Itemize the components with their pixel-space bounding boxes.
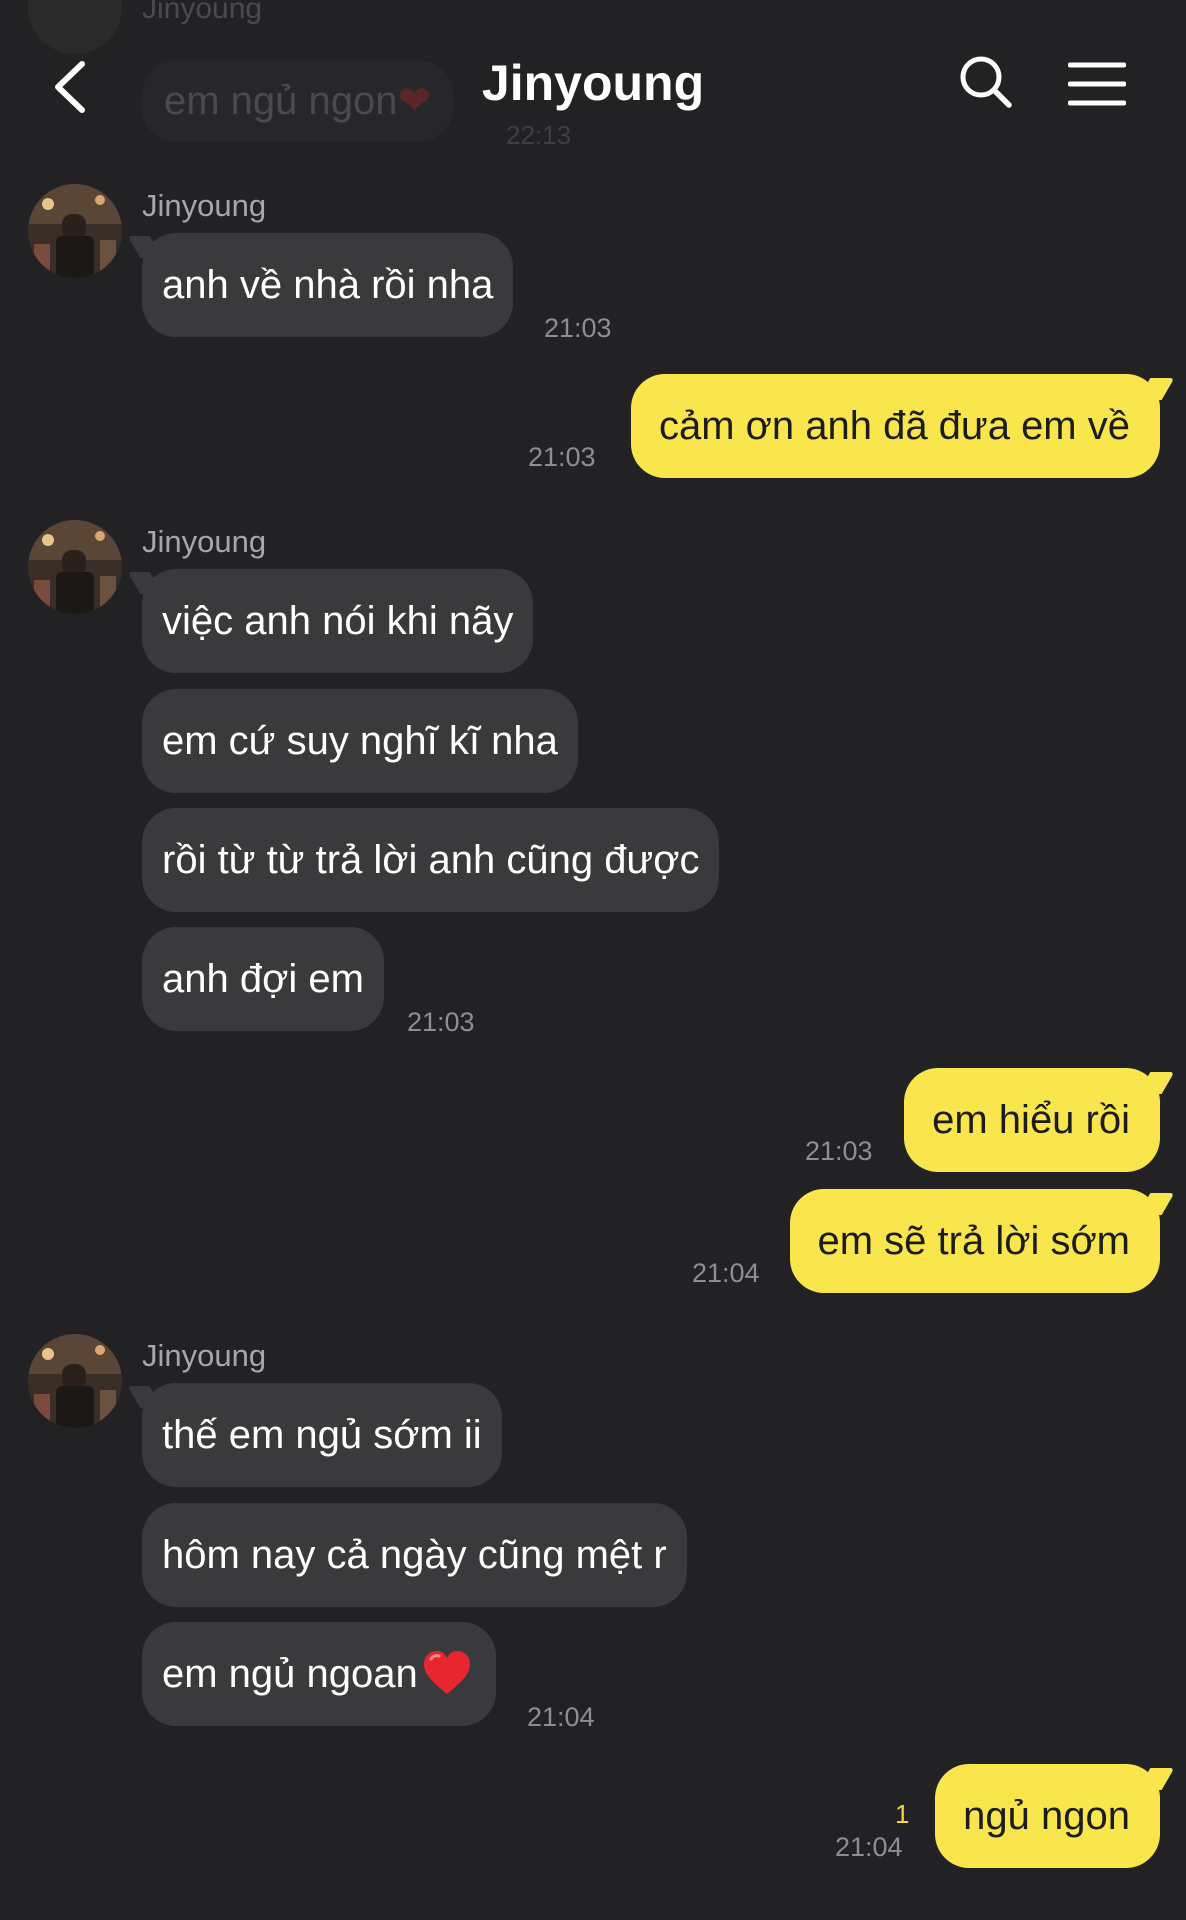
search-button[interactable]	[958, 54, 1014, 110]
message-bubble-incoming[interactable]: hôm nay cả ngày cũng mệt r	[142, 1503, 687, 1607]
message-text: cảm ơn anh đã đưa em về	[658, 404, 1130, 448]
profile-photo-icon	[28, 184, 122, 278]
message-bubble-incoming[interactable]: thế em ngủ sớm ii	[142, 1383, 502, 1487]
message-time: 21:03	[407, 1007, 475, 1037]
message-bubble-incoming[interactable]: anh đợi em	[142, 927, 384, 1031]
message-time: 21:04	[527, 1702, 595, 1732]
scrolled-message-time: 22:13	[506, 120, 572, 150]
search-icon	[960, 56, 1012, 108]
message-text: em hiểu rồi	[932, 1098, 1130, 1142]
message-text: thế em ngủ sớm ii	[162, 1413, 482, 1457]
message-bubble-incoming[interactable]: em ngủ ngoan	[142, 1622, 496, 1726]
red-heart-icon	[423, 1651, 470, 1695]
sender-name: Jinyoung	[142, 1338, 267, 1373]
message-time: 21:03	[805, 1136, 873, 1166]
message-time: 21:03	[544, 313, 612, 343]
message-text: em cứ suy nghĩ kĩ nha	[162, 719, 558, 763]
message-text: em sẽ trả lời sớm	[817, 1219, 1131, 1263]
message-text: rồi từ từ trả lời anh cũng được	[162, 838, 700, 882]
menu-button[interactable]	[1067, 60, 1127, 108]
message-time: 21:04	[835, 1832, 903, 1862]
avatar[interactable]	[28, 184, 122, 278]
message-time: 21:04	[692, 1258, 760, 1288]
sender-name: Jinyoung	[142, 188, 267, 223]
message-text: ngủ ngon	[963, 1794, 1130, 1838]
unread-count: 1	[895, 1799, 910, 1829]
message-text: việc anh nói khi nãy	[162, 599, 514, 643]
message-bubble-incoming[interactable]: rồi từ từ trả lời anh cũng được	[142, 808, 720, 912]
scrolled-sender-name: Jinyoung	[142, 0, 263, 25]
message-bubble-outgoing[interactable]: em sẽ trả lời sớm	[789, 1189, 1160, 1293]
hamburger-menu-icon	[1067, 62, 1127, 106]
profile-photo-icon	[28, 1334, 122, 1428]
message-bubble-incoming[interactable]: anh về nhà rồi nha	[142, 233, 514, 337]
message-bubble-outgoing[interactable]: ngủ ngon	[935, 1764, 1160, 1868]
message-text: em ngủ ngoan	[162, 1652, 418, 1696]
message-text: anh đợi em	[162, 957, 364, 1001]
sender-name: Jinyoung	[142, 524, 267, 559]
chat-screen: Jinyoung em ngủ ngon❤ 22:13 Jinyoung Jin…	[0, 0, 1186, 1920]
message-text: hôm nay cả ngày cũng mệt r	[162, 1533, 667, 1577]
avatar[interactable]	[28, 1334, 122, 1428]
chat-header: Jinyoung em ngủ ngon❤ 22:13 Jinyoung	[0, 0, 1186, 165]
message-bubble-incoming[interactable]: việc anh nói khi nãy	[142, 569, 534, 673]
avatar[interactable]	[28, 520, 122, 614]
message-text: anh về nhà rồi nha	[162, 263, 494, 307]
profile-photo-icon	[28, 520, 122, 614]
message-bubble-outgoing[interactable]: cảm ơn anh đã đưa em về	[630, 374, 1160, 478]
message-time: 21:03	[528, 442, 596, 472]
message-bubble-outgoing[interactable]: em hiểu rồi	[904, 1068, 1160, 1172]
message-bubble-incoming[interactable]: em cứ suy nghĩ kĩ nha	[142, 689, 578, 793]
